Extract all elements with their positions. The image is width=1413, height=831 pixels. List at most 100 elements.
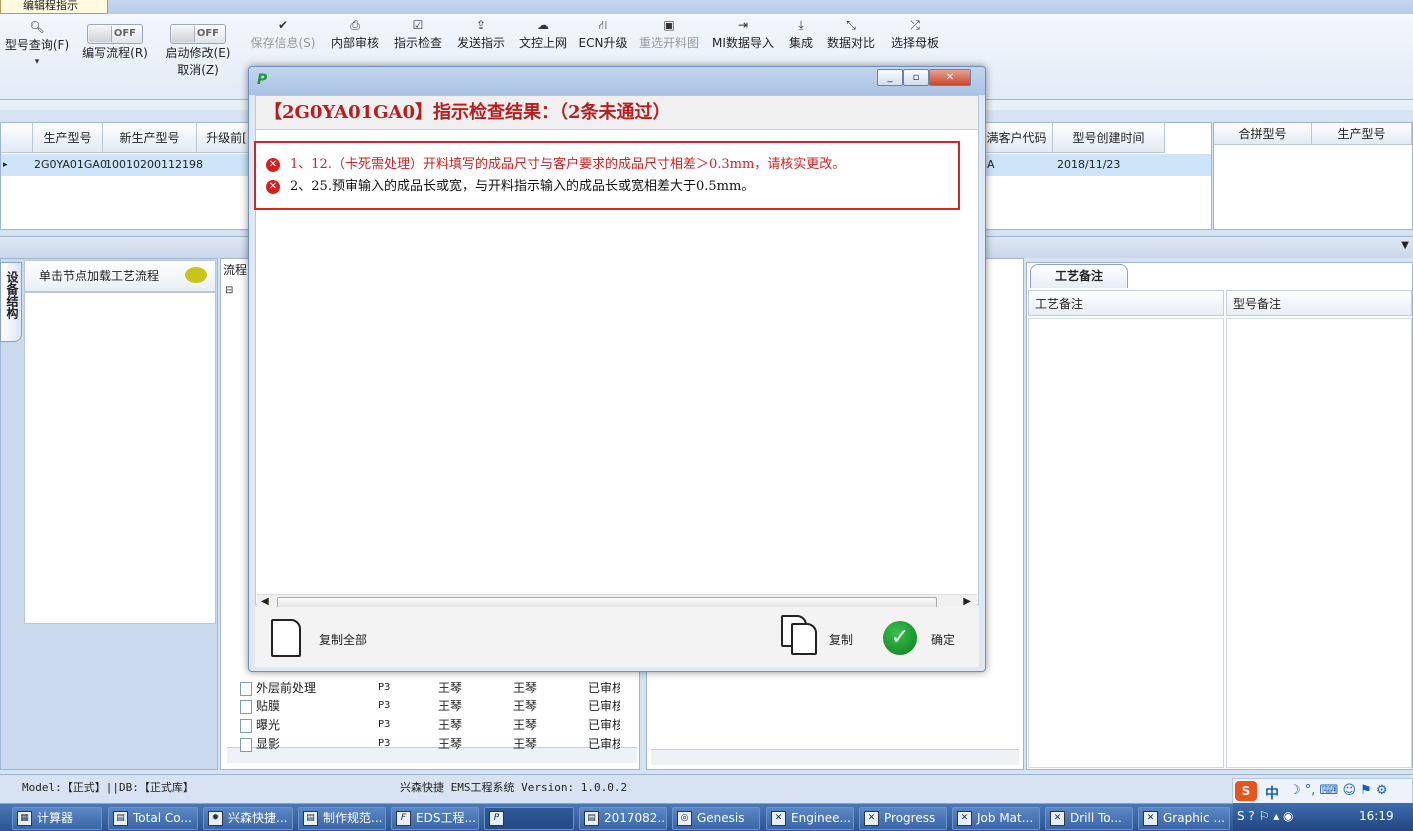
data-compare-button[interactable]: ⤡ 数据对比	[824, 16, 878, 51]
enable-edit-toggle[interactable]: OFF	[170, 24, 226, 44]
cell-model-created-time: 2018/11/23	[1057, 158, 1121, 171]
tree-row-creator: 王琴	[438, 699, 463, 713]
left-pane-header: 单击节点加载工艺流程	[24, 260, 216, 292]
upload-icon: ⇪	[475, 18, 487, 32]
taskbar-item-progress[interactable]: ✕ Progress	[859, 807, 947, 830]
taskbar-item-spec[interactable]: ▤ 制作规范...	[298, 807, 386, 830]
eds-icon: F	[396, 811, 411, 826]
cell-new-production-model: 10010200112198	[105, 158, 203, 171]
ecn-upgrade-label: ECN升级	[578, 36, 628, 50]
tree-collapse-icon[interactable]: ⊟	[225, 285, 233, 296]
compress-icon: ⤡	[846, 18, 856, 32]
dropdown-arrow-icon[interactable]: ▾	[2, 53, 72, 71]
internal-review-button[interactable]: ⎙ 内部审核	[328, 16, 382, 51]
grid2-header-production-model[interactable]: 生产型号	[1312, 123, 1412, 145]
edit-flow-toggle[interactable]: OFF	[87, 24, 143, 44]
grid2-header-merge-model[interactable]: 合拼型号	[1214, 123, 1312, 145]
taskbar-label: Drill To...	[1070, 811, 1122, 825]
ime-mode-label[interactable]: 中	[1265, 783, 1279, 803]
genesis-icon: ◎	[677, 811, 692, 826]
document-tab-bar	[0, 0, 1413, 14]
ecn-upgrade-button[interactable]: ⛙ ECN升级	[578, 16, 628, 51]
close-button[interactable]: ✕	[929, 69, 971, 86]
doc-control-online-button[interactable]: ☁ 文控上网	[516, 16, 570, 51]
taskbar-item-graphic[interactable]: ✕ Graphic ...	[1138, 807, 1230, 830]
dialog-title-bar[interactable]: P _ ▫ ✕	[249, 67, 985, 95]
tray-icons[interactable]: S ? ⚐ ▴ ◉	[1237, 809, 1294, 823]
left-pane-tree[interactable]	[24, 292, 216, 624]
document-icon: ▤	[303, 811, 318, 826]
doc-control-online-label: 文控上网	[518, 36, 567, 50]
model-search-button[interactable]: 🔍︎ 型号查询(F) ▾	[2, 18, 72, 71]
clock[interactable]: 16:19	[1359, 809, 1394, 823]
process-remarks-textarea[interactable]	[1028, 318, 1224, 768]
grid-header-production-model[interactable]: 生产型号	[33, 123, 103, 153]
maximize-button[interactable]: ▫	[903, 69, 929, 86]
tree-row-code: P3	[378, 738, 391, 749]
detail-horizontal-scrollbar[interactable]	[651, 749, 1019, 765]
scroll-right-arrow-icon[interactable]: ▶	[963, 596, 971, 607]
dialog-heading: 【2G0YA01GA0】指示检查结果：（2条未通过）	[256, 96, 978, 130]
select-master-board-button[interactable]: ⤮ 选择母板	[887, 16, 943, 51]
taskbar-item-2017082[interactable]: ▤ 2017082...	[579, 807, 667, 830]
edit-flow-control[interactable]: OFF 编写流程(R)	[80, 24, 150, 61]
send-instruction-button[interactable]: ⇪ 发送指示	[454, 16, 508, 51]
taskbar-item-total-commander[interactable]: ▤ Total Co...	[108, 807, 198, 830]
taskbar-item-job-matrix[interactable]: ✕ Job Mat...	[952, 807, 1040, 830]
taskbar-item-genesis[interactable]: ◎ Genesis	[672, 807, 760, 830]
ime-tools-icon[interactable]: ☽ °, ⌨ ☺ ⚑ ⚙	[1289, 783, 1388, 798]
error-icon: ✕	[266, 179, 280, 194]
taskbar-item-drill-tools[interactable]: ✕ Drill To...	[1045, 807, 1133, 830]
copy-button[interactable]: 复制	[777, 615, 867, 665]
tree-row-code: P3	[378, 719, 391, 730]
enable-edit-control[interactable]: OFF 启动修改(E) 取消(Z)	[162, 24, 234, 78]
app-p-icon: P	[489, 811, 504, 826]
grid-header-new-production-model[interactable]: 新生产型号	[103, 123, 197, 153]
cancel-edit-button[interactable]: 取消(Z)	[177, 63, 219, 77]
ok-button[interactable]: ✓ 确定	[883, 615, 973, 665]
reselect-cutting-drawing-button[interactable]: ▣ 重选开料图	[636, 16, 702, 51]
taskbar-item-xingsen[interactable]: ✹ 兴森快捷...	[203, 807, 293, 830]
enable-edit-label: 启动修改(E)	[165, 46, 231, 60]
print-icon: ⎙	[350, 18, 360, 32]
taskbar-label: 兴森快捷...	[228, 811, 288, 825]
sign-in-icon: ⇥	[737, 18, 749, 32]
taskbar-label: Enginee...	[791, 811, 851, 825]
save-info-button[interactable]: ✔ 保存信息(S)	[248, 16, 318, 51]
taskbar-item-engineering[interactable]: ✕ Enginee...	[766, 807, 854, 830]
calculator-icon: ▦	[17, 811, 32, 826]
model-remarks-textarea[interactable]	[1226, 318, 1412, 768]
copy-label: 复制	[829, 633, 854, 647]
vertical-tab-equipment-structure[interactable]: 设备结构	[0, 262, 22, 342]
mid-horizontal-scrollbar[interactable]	[227, 747, 637, 763]
integrate-button[interactable]: ⤓ 集成	[784, 16, 818, 51]
tab-process-remarks[interactable]: 工艺备注	[1030, 264, 1128, 288]
cloud-upload-icon: ☁	[537, 18, 549, 32]
ime-toolbar[interactable]: S 中 ☽ °, ⌨ ☺ ⚑ ⚙	[1232, 778, 1413, 804]
search-icon: 🔍︎	[29, 20, 45, 34]
image-icon: ▣	[663, 18, 675, 32]
tree-row-code: P3	[378, 700, 391, 711]
document-tab[interactable]: 编辑程指示	[0, 0, 108, 14]
grid-header-model-created-time[interactable]: 型号创建时间	[1053, 123, 1165, 153]
taskbar-item-eds[interactable]: F EDS工程...	[391, 807, 479, 830]
minimize-button[interactable]: _	[877, 69, 903, 86]
grid-corner	[1, 123, 33, 153]
instruction-check-button[interactable]: ☑ 指示检查	[391, 16, 445, 51]
tree-row-reviewer: 王琴	[513, 681, 538, 695]
collapse-arrow-icon[interactable]: ▼	[1401, 240, 1409, 251]
mi-data-import-button[interactable]: ⇥ MI数据导入	[710, 16, 776, 51]
status-app-version: 兴森快捷 EMS工程系统 Version: 1.0.0.2	[400, 781, 628, 794]
error-item[interactable]: ✕ 1、12.（卡死需处理）开料填写的成品尺寸与客户要求的成品尺寸相差＞0.3mm…	[266, 155, 845, 175]
x-window-icon: ✕	[771, 811, 786, 826]
copy-all-button[interactable]: 复制全部	[271, 615, 381, 665]
taskbar-item-active-app[interactable]: P	[484, 807, 574, 830]
road-icon: ⛙	[598, 18, 608, 32]
taskbar-item-calculator[interactable]: ▦ 计算器	[12, 807, 102, 830]
error-item[interactable]: ✕ 2、25.预审输入的成品长或宽，与开料指示输入的成品长或宽相差大于0.5mm。	[266, 177, 754, 197]
scroll-left-arrow-icon[interactable]: ◀	[261, 596, 269, 607]
error-text: 1、12.（卡死需处理）开料填写的成品尺寸与客户要求的成品尺寸相差＞0.3mm，…	[290, 157, 846, 172]
grid-header-customer-code[interactable]: 满客户代码	[981, 123, 1053, 153]
error-text: 2、25.预审输入的成品长或宽，与开料指示输入的成品长或宽相差大于0.5mm。	[290, 179, 755, 194]
sogou-logo-icon: S	[1235, 781, 1257, 801]
